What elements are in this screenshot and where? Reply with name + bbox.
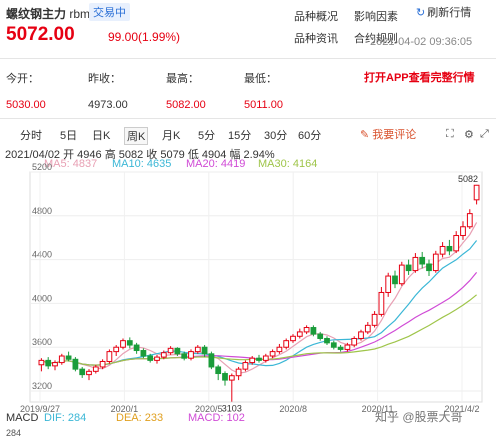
candle-body: [473, 184, 480, 201]
candle-body: [262, 355, 269, 361]
candle-body: [330, 342, 337, 348]
candle-body: [167, 347, 174, 354]
candle-body: [276, 346, 283, 353]
y-tick-label: 4000: [32, 293, 52, 303]
candle-body: [398, 264, 405, 285]
candle-body: [378, 291, 385, 315]
candle-body: [133, 344, 140, 352]
candle-body: [303, 327, 310, 333]
candle-body: [208, 353, 215, 368]
macd-value: MACD: 102: [188, 412, 245, 424]
candle-body: [120, 340, 126, 348]
candle-body: [45, 359, 52, 367]
candle-body: [72, 358, 79, 370]
y-tick-label: 3200: [32, 381, 52, 391]
candle-body: [242, 362, 249, 370]
candle-body: [222, 373, 228, 381]
candle-body: [228, 375, 235, 381]
ma-line: [41, 222, 478, 374]
candle-body: [466, 213, 473, 228]
candle-body: [317, 333, 324, 339]
candle-body: [371, 313, 378, 326]
candle-body: [269, 351, 276, 357]
candle-body: [52, 362, 58, 367]
candle-body: [65, 355, 72, 360]
candle-body: [38, 359, 45, 366]
candle-body: [460, 226, 466, 237]
candle-body: [290, 335, 296, 342]
candle-body: [99, 360, 106, 368]
candle-body: [188, 351, 194, 359]
candle-body: [337, 346, 344, 350]
candle-body: [140, 350, 147, 357]
macd-axis-label: 284: [6, 428, 22, 438]
candle-body: [126, 340, 133, 346]
kline-chart[interactable]: 5200480044004000360032002019/9/27 2020/1 2…: [0, 0, 496, 438]
candle-body: [113, 346, 120, 353]
candle-body: [86, 370, 92, 376]
candle-body: [201, 346, 208, 355]
y-tick-label: 4800: [32, 206, 52, 216]
candle-body: [405, 264, 412, 272]
candle-body: [310, 327, 317, 335]
candle-body: [351, 337, 358, 346]
candle-body: [106, 351, 113, 362]
y-tick-label: 5200: [32, 162, 52, 172]
candle-body: [58, 355, 65, 364]
macd-dif: DIF: 284: [44, 412, 87, 424]
candle-body: [426, 263, 432, 272]
candle-body: [79, 368, 86, 376]
candle-body: [439, 245, 446, 255]
candle-body: [358, 331, 364, 339]
candle-body: [215, 366, 222, 375]
candle-body: [235, 368, 242, 377]
candle-body: [392, 275, 398, 285]
candle-body: [92, 366, 99, 372]
candle-body: [446, 245, 453, 252]
candle-body: [412, 256, 419, 272]
macd-title: MACD: [6, 412, 39, 424]
candle-body: [147, 355, 154, 361]
candle-body: [364, 324, 371, 333]
candle-body: [194, 346, 201, 353]
candle-body: [160, 352, 167, 358]
candle-body: [154, 356, 160, 361]
candle-body: [385, 275, 392, 293]
candle-body: [419, 256, 426, 265]
candle-body: [174, 347, 181, 355]
candle-body: [432, 253, 439, 272]
high-marker: 5082: [458, 174, 478, 184]
x-tick-label: 2020/8: [279, 404, 307, 414]
candle-body: [181, 353, 188, 359]
candle-body: [256, 357, 262, 361]
candle-body: [453, 235, 460, 252]
candle-body: [296, 331, 303, 337]
y-tick-label: 3600: [32, 337, 52, 347]
candle-body: [283, 340, 290, 348]
candle-body: [249, 357, 256, 364]
watermark: 知乎 @股票大哥: [375, 410, 463, 424]
y-tick-label: 4400: [32, 250, 52, 260]
macd-dea: DEA: 233: [116, 412, 164, 424]
candle-body: [344, 344, 351, 350]
candle-body: [324, 337, 330, 344]
